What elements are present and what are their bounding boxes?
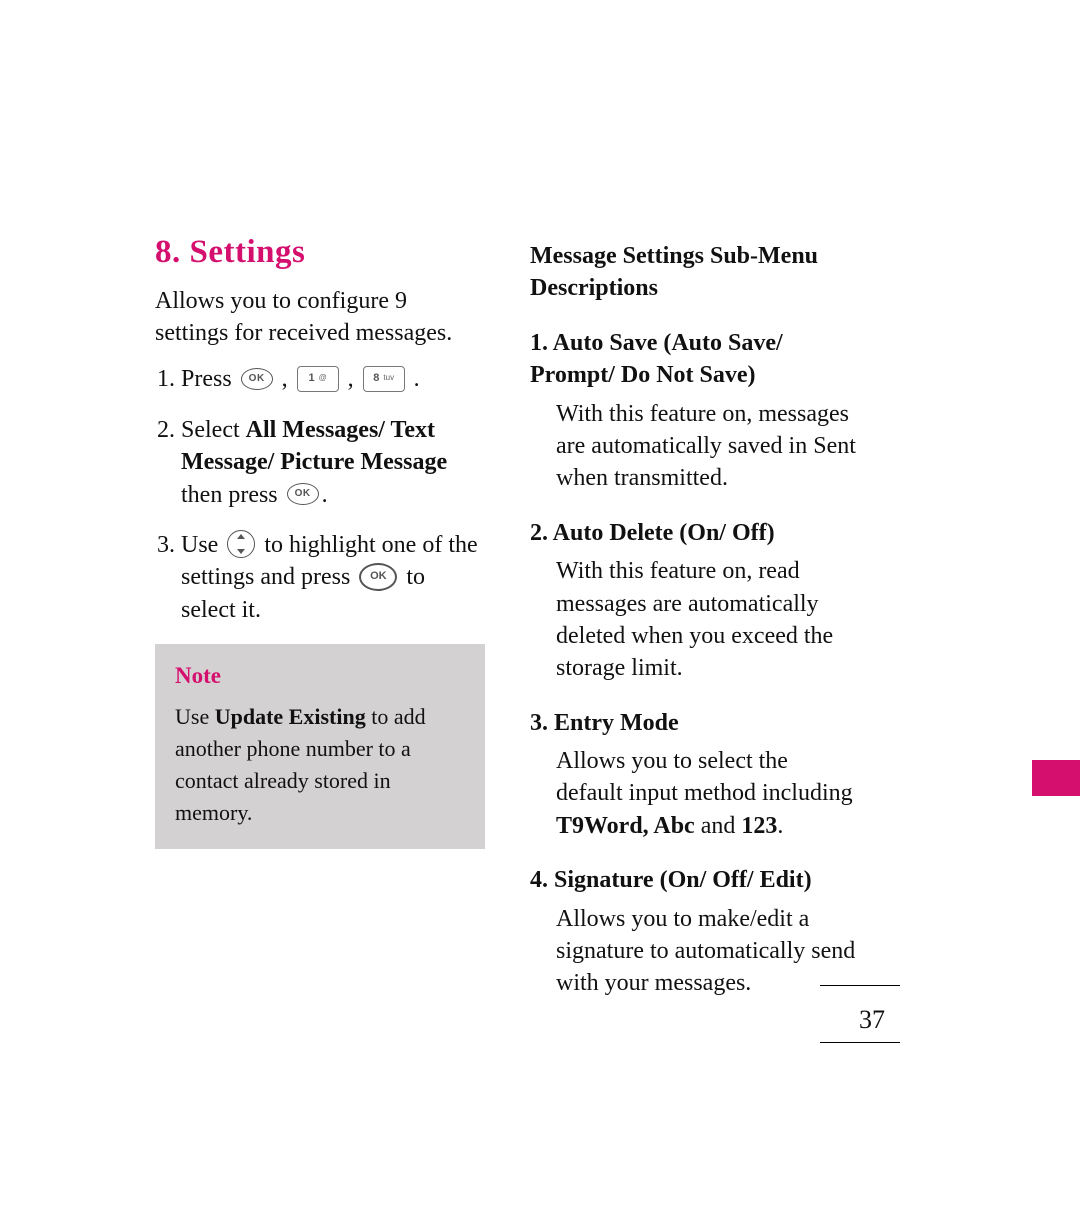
step2-text-a: Select — [181, 417, 246, 443]
submenu-item-1: 1. Auto Save (Auto Save/ Prompt/ Do Not … — [530, 327, 860, 495]
step-1: Press OK , 1 @ , 8 tuv . — [181, 363, 485, 395]
submenu-item-3-heading: 3. Entry Mode — [530, 707, 860, 739]
note-body: Use Update Existing to add another phone… — [175, 701, 465, 829]
steps-list: Press OK , 1 @ , 8 tuv . Select All Mess… — [155, 363, 485, 626]
nav-key-icon — [227, 530, 255, 558]
page-number: 37 — [859, 1002, 885, 1037]
submenu-item-4-body: Allows you to make/edit a signature to a… — [530, 903, 860, 1000]
submenu-heading: Message Settings Sub-Menu Descriptions — [530, 240, 860, 305]
left-column: 8. Settings Allows you to configure 9 se… — [155, 230, 485, 849]
note-bold: Update Existing — [215, 704, 366, 729]
keypad-8-icon: 8 tuv — [363, 366, 405, 392]
step-2: Select All Messages/ Text Message/ Pictu… — [181, 414, 485, 511]
item3-text-mid: and — [695, 813, 742, 839]
right-column: Message Settings Sub-Menu Descriptions 1… — [530, 240, 860, 1022]
step1-comma-2: , — [348, 366, 354, 392]
page-number-rule-top — [820, 985, 900, 986]
note-title: Note — [175, 660, 465, 691]
step3-text-b: to highlight one of the settings and pre… — [181, 532, 478, 590]
step2-text-b: then press — [181, 482, 284, 508]
step2-period: . — [322, 482, 328, 508]
section-edge-tab — [1032, 760, 1080, 796]
section-number: 8. — [155, 234, 181, 270]
item3-text-end: . — [777, 813, 783, 839]
item3-text-a: Allows you to select the default input m… — [556, 748, 853, 806]
keypad-1-digit: 1 — [309, 371, 315, 386]
submenu-item-2-heading: 2. Auto Delete (On/ Off) — [530, 517, 860, 549]
step1-comma-1: , — [282, 366, 288, 392]
keypad-8-digit: 8 — [373, 371, 379, 386]
submenu-item-2-body: With this feature on, read messages are … — [530, 555, 860, 685]
page-number-rule-bottom — [820, 1042, 900, 1043]
step-3: Use to highlight one of the settings and… — [181, 529, 485, 626]
item3-bold-1: T9Word, Abc — [556, 813, 695, 839]
keypad-1-icon: 1 @ — [297, 366, 339, 392]
section-title-text: Settings — [190, 234, 306, 270]
ok-key-icon: OK — [359, 563, 397, 591]
manual-page: 8. Settings Allows you to configure 9 se… — [0, 0, 1080, 1219]
note-box: Note Use Update Existing to add another … — [155, 644, 485, 849]
note-text-a: Use — [175, 704, 215, 729]
ok-key-icon: OK — [287, 483, 319, 505]
keypad-1-sub: @ — [319, 373, 327, 384]
item3-bold-2: 123 — [741, 813, 777, 839]
ok-key-icon: OK — [241, 368, 273, 390]
submenu-item-2: 2. Auto Delete (On/ Off) With this featu… — [530, 517, 860, 685]
step3-text-a: Use — [181, 532, 224, 558]
step1-text-a: Press — [181, 366, 232, 392]
submenu-item-1-body: With this feature on, messages are autom… — [530, 398, 860, 495]
submenu-item-4-heading: 4. Signature (On/ Off/ Edit) — [530, 864, 860, 896]
step1-period: . — [414, 366, 420, 392]
submenu-item-4: 4. Signature (On/ Off/ Edit) Allows you … — [530, 864, 860, 1000]
keypad-8-sub: tuv — [383, 373, 394, 384]
submenu-item-3: 3. Entry Mode Allows you to select the d… — [530, 707, 860, 843]
submenu-item-3-body: Allows you to select the default input m… — [530, 745, 860, 842]
section-intro: Allows you to configure 9 settings for r… — [155, 285, 485, 350]
section-heading: 8. Settings — [155, 230, 485, 275]
submenu-item-1-heading: 1. Auto Save (Auto Save/ Prompt/ Do Not … — [530, 327, 860, 392]
